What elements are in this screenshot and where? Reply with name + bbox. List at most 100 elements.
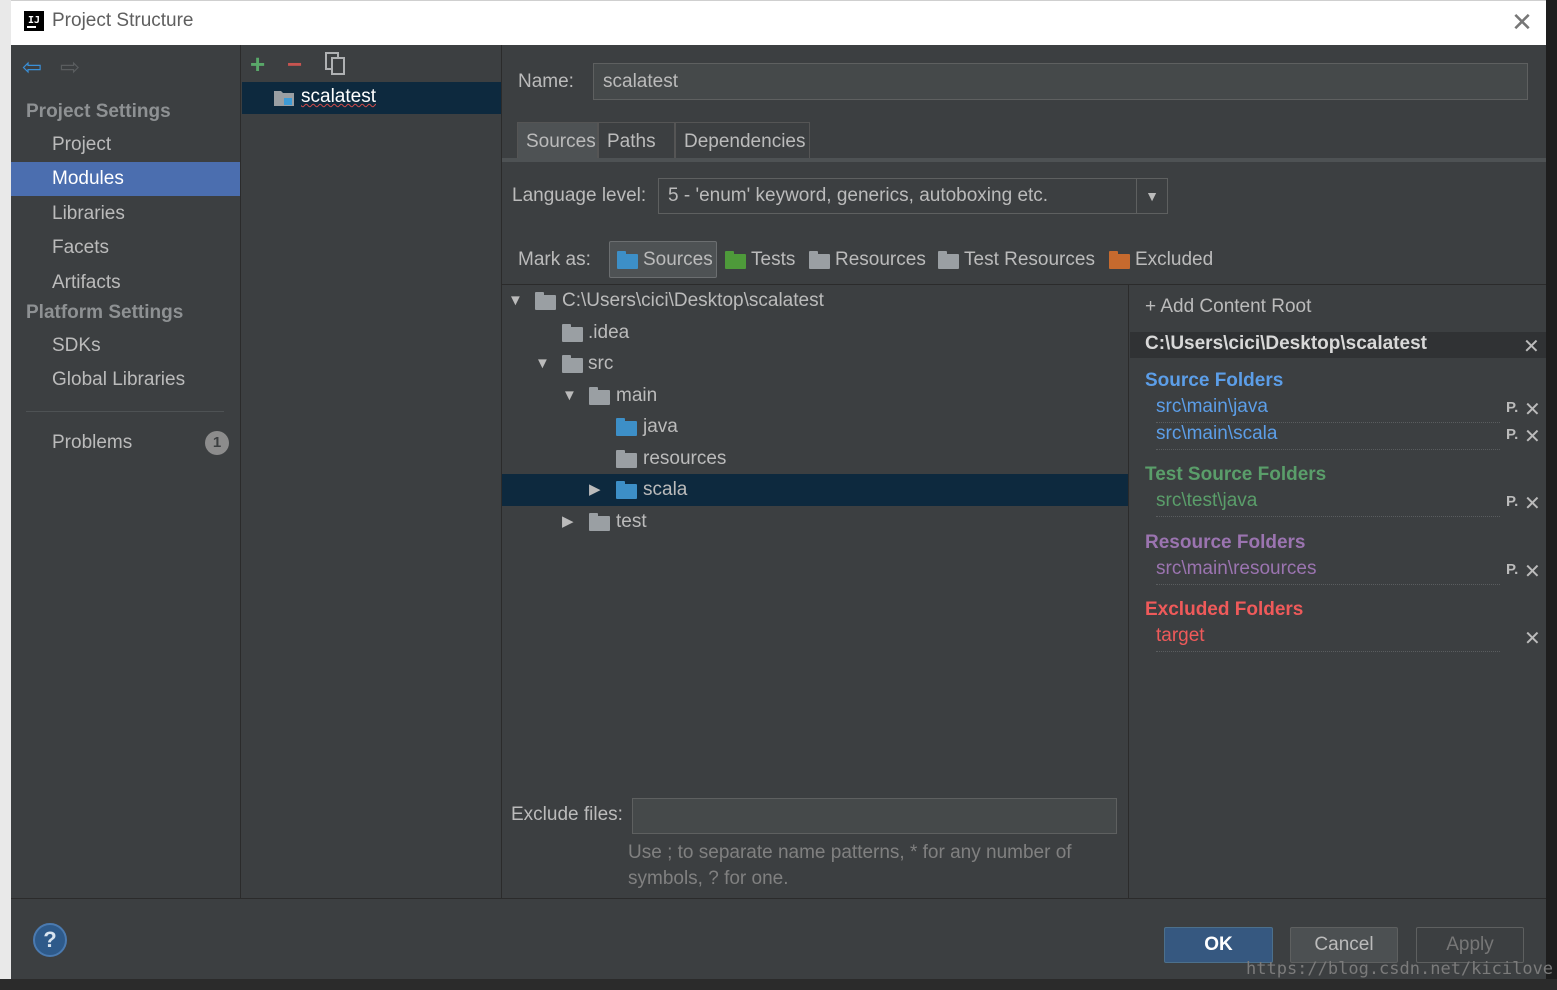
mark-sources-button[interactable]: Sources <box>643 249 713 271</box>
module-folder-icon <box>274 89 294 106</box>
resources-folder-icon <box>616 450 637 468</box>
tree-row[interactable]: .idea <box>502 317 1128 349</box>
folder-icon <box>562 355 583 373</box>
mark-resources-button[interactable]: Resources <box>835 249 926 271</box>
watermark: https://blog.csdn.net/kicilove <box>1246 959 1554 979</box>
excluded-folder-entry[interactable]: target <box>1156 625 1500 652</box>
test-folder-entry[interactable]: src\test\java <box>1156 490 1500 517</box>
exclude-files-hint: Use ; to separate name patterns, * for a… <box>628 842 1072 889</box>
tab-dependencies[interactable]: Dependencies <box>675 122 810 159</box>
exclude-files-input[interactable] <box>632 798 1117 834</box>
problems-count-badge: 1 <box>205 431 229 455</box>
tab-sources[interactable]: Sources <box>517 122 598 159</box>
module-name-input[interactable] <box>593 63 1528 100</box>
tree-item-label: .idea <box>588 322 630 343</box>
tab-paths[interactable]: Paths <box>598 122 675 159</box>
sources-folder-icon <box>616 481 637 499</box>
intellij-logo-icon: IJ <box>24 11 44 31</box>
collapsed-arrow-icon[interactable]: ▶ <box>589 474 601 506</box>
sidebar-item-artifacts[interactable]: Artifacts <box>11 266 240 300</box>
source-folder-entry[interactable]: src\main\scala <box>1156 423 1500 450</box>
module-list-panel <box>241 45 502 898</box>
tree-row[interactable]: ▼ main <box>502 380 1128 412</box>
background-left <box>0 0 11 990</box>
folder-icon <box>562 324 583 342</box>
add-icon[interactable]: + <box>250 51 265 77</box>
excluded-folders-title: Excluded Folders <box>1145 599 1304 620</box>
tab-underline <box>502 158 1546 162</box>
expanded-arrow-icon[interactable]: ▼ <box>535 348 550 380</box>
resource-folder-entry[interactable]: src\main\resources <box>1156 558 1500 585</box>
remove-folder-icon[interactable]: ✕ <box>1524 424 1541 449</box>
tree-row[interactable]: resources <box>502 443 1128 475</box>
tree-row[interactable]: java <box>502 411 1128 443</box>
folder-icon <box>589 387 610 405</box>
title-bar <box>11 0 1546 45</box>
expanded-arrow-icon[interactable]: ▼ <box>508 285 523 317</box>
exclude-files-label: Exclude files: <box>511 804 623 825</box>
properties-icon[interactable]: P. <box>1506 399 1518 416</box>
close-icon[interactable]: ✕ <box>1508 8 1536 36</box>
remove-content-root-icon[interactable]: ✕ <box>1523 334 1540 359</box>
tree-item-label: main <box>616 385 658 406</box>
mark-tests-button[interactable]: Tests <box>751 249 795 271</box>
test-source-folders-title: Test Source Folders <box>1145 464 1327 485</box>
folder-icon <box>589 513 610 531</box>
project-settings-title: Project Settings <box>26 101 171 122</box>
sidebar-item-libraries[interactable]: Libraries <box>11 197 240 231</box>
properties-icon[interactable]: P. <box>1506 493 1518 510</box>
expanded-arrow-icon[interactable]: ▼ <box>562 380 577 412</box>
resources-folder-icon <box>809 251 830 269</box>
sidebar-item-modules[interactable]: Modules <box>11 162 240 196</box>
tree-row[interactable]: ▶ test <box>502 506 1128 538</box>
source-folders-title: Source Folders <box>1145 370 1284 391</box>
sidebar-item-global-libraries[interactable]: Global Libraries <box>11 363 240 397</box>
remove-folder-icon[interactable]: ✕ <box>1524 491 1541 516</box>
background-bottom <box>0 979 1557 990</box>
remove-folder-icon[interactable]: ✕ <box>1524 397 1541 422</box>
apply-button[interactable]: Apply <box>1416 927 1524 963</box>
tree-row[interactable]: ▼ src <box>502 348 1128 380</box>
copy-icon[interactable] <box>325 52 347 76</box>
ok-button[interactable]: OK <box>1164 927 1273 963</box>
tree-item-label: resources <box>643 448 727 469</box>
remove-folder-icon[interactable]: ✕ <box>1524 559 1541 584</box>
mark-test-resources-button[interactable]: Test Resources <box>964 249 1095 271</box>
help-icon[interactable]: ? <box>33 923 67 957</box>
mark-excluded-button[interactable]: Excluded <box>1135 249 1213 271</box>
forward-arrow-icon[interactable]: ⇨ <box>60 56 80 80</box>
background-right <box>1546 0 1557 990</box>
sidebar-item-sdks[interactable]: SDKs <box>11 329 240 363</box>
tree-row[interactable]: ▼ C:\Users\cici\Desktop\scalatest <box>502 285 1128 317</box>
sidebar-item-facets[interactable]: Facets <box>11 231 240 265</box>
excluded-folder-icon <box>1109 251 1130 269</box>
remove-folder-icon[interactable]: ✕ <box>1524 626 1541 651</box>
plus-icon: + <box>1145 296 1161 317</box>
remove-icon[interactable]: − <box>287 51 302 77</box>
tree-item-label: C:\Users\cici\Desktop\scalatest <box>562 290 824 311</box>
properties-icon[interactable]: P. <box>1506 561 1518 578</box>
properties-icon[interactable]: P. <box>1506 426 1518 443</box>
add-content-root-button[interactable]: + Add Content Root <box>1145 296 1311 318</box>
cancel-button[interactable]: Cancel <box>1290 927 1398 963</box>
name-label: Name: <box>518 71 574 92</box>
resource-folders-title: Resource Folders <box>1145 532 1306 553</box>
tests-folder-icon <box>725 251 746 269</box>
collapsed-arrow-icon[interactable]: ▶ <box>562 506 574 538</box>
dropdown-arrow-icon[interactable]: ▼ <box>1136 179 1167 213</box>
content-root-path: C:\Users\cici\Desktop\scalatest <box>1145 333 1427 354</box>
tree-row-selected[interactable]: ▶ scala <box>502 474 1128 506</box>
sidebar-item-project[interactable]: Project <box>11 128 240 162</box>
add-content-root-label: Add Content Root <box>1160 296 1312 317</box>
mark-as-label: Mark as: <box>518 249 591 270</box>
module-name: scalatest <box>301 86 376 107</box>
folder-icon <box>535 292 556 310</box>
language-level-select[interactable]: 5 - 'enum' keyword, generics, autoboxing… <box>658 178 1168 214</box>
language-level-label: Language level: <box>512 185 647 206</box>
test-resources-folder-icon <box>938 251 959 269</box>
window-title: Project Structure <box>52 10 194 31</box>
source-folder-entry[interactable]: src\main\java <box>1156 396 1500 423</box>
sources-folder-icon <box>616 418 637 436</box>
tree-item-label: test <box>616 511 647 532</box>
back-arrow-icon[interactable]: ⇦ <box>22 56 42 80</box>
